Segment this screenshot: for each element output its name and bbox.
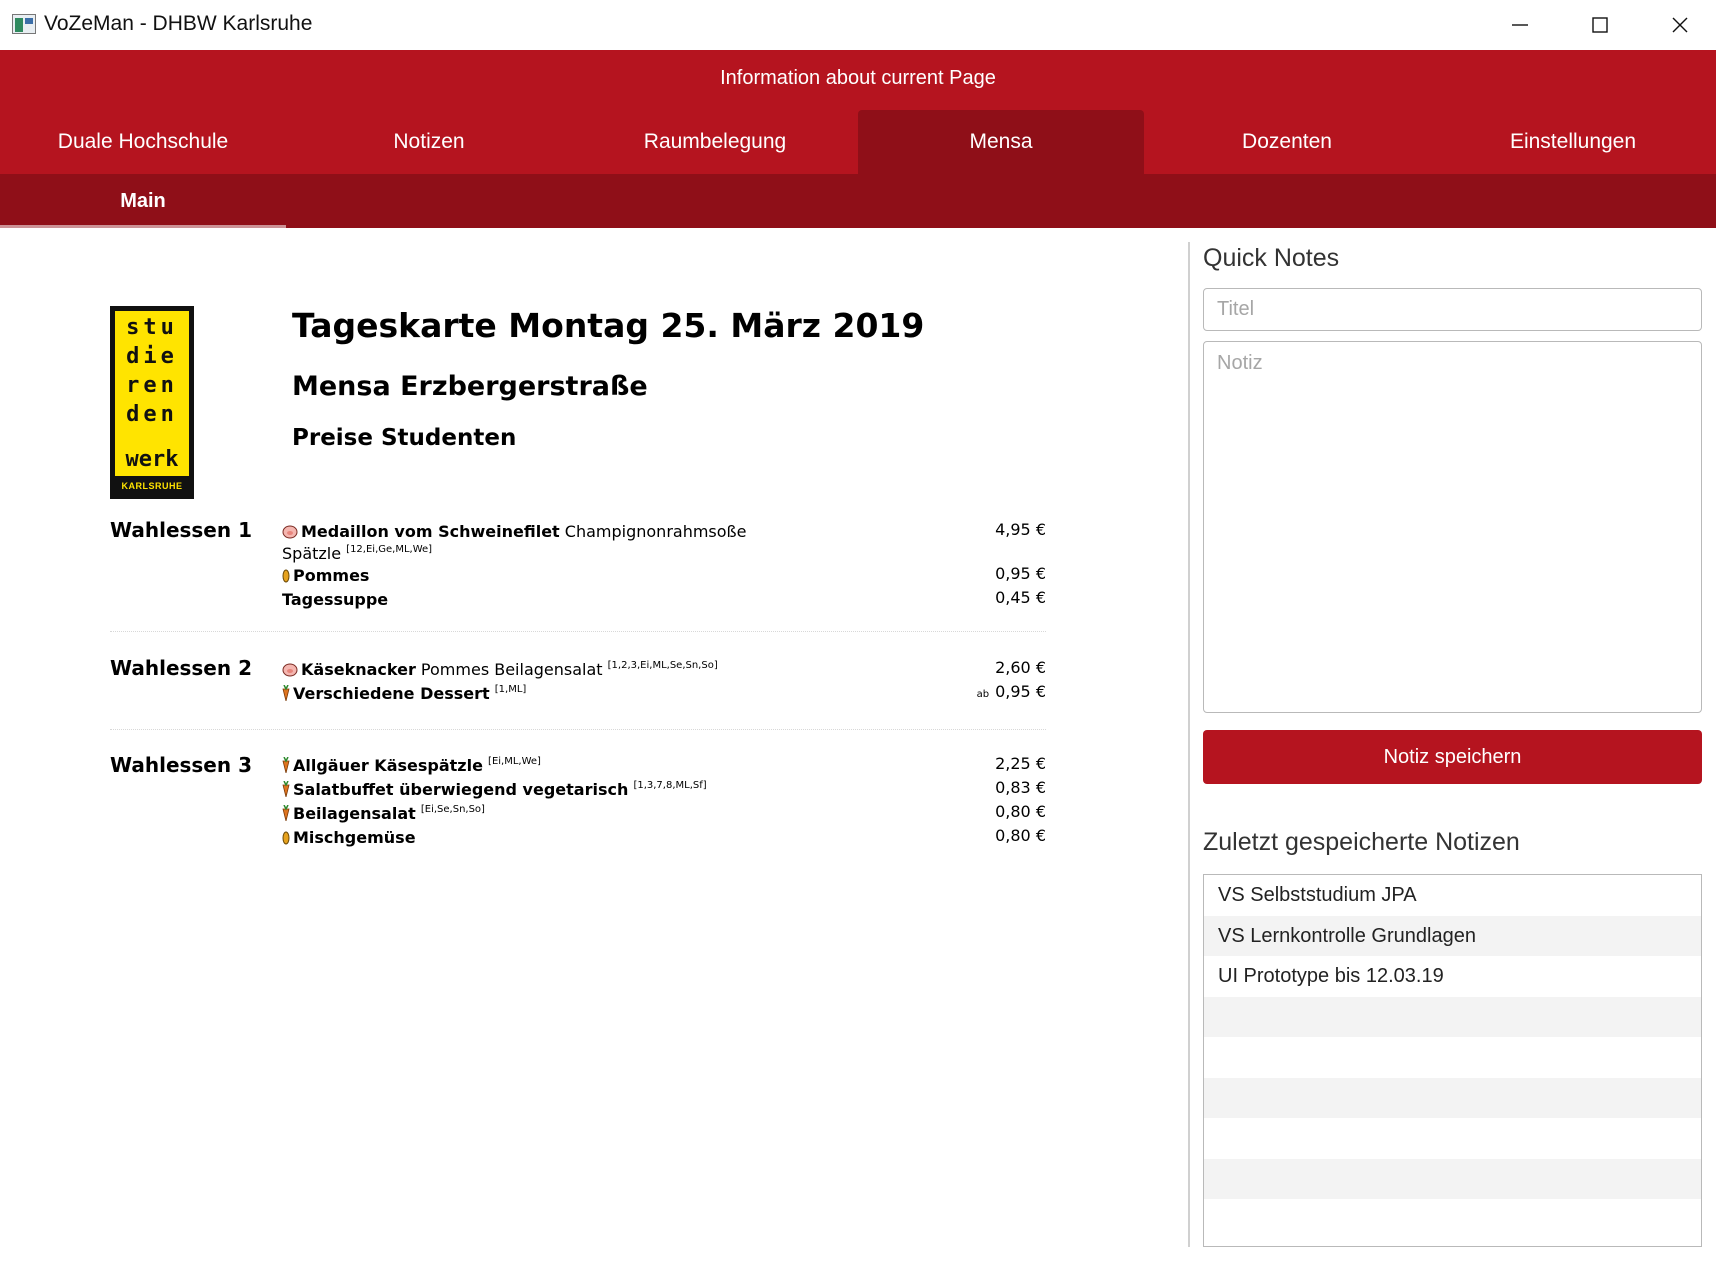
item-allergens: [Ei,ML,We] bbox=[488, 756, 541, 767]
item-allergens: [Ei,Se,Sn,So] bbox=[420, 804, 485, 815]
window-title: VoZeMan - DHBW Karlsruhe bbox=[44, 12, 313, 35]
item-allergens: [1,2,3,Ei,ML,Se,Sn,So] bbox=[607, 660, 718, 671]
tab-duale-hochschule[interactable]: Duale Hochschule bbox=[0, 110, 286, 174]
item-description: Champignonrahmsoße bbox=[559, 522, 747, 541]
carrot-icon bbox=[282, 780, 290, 802]
list-item-empty bbox=[1204, 1118, 1701, 1159]
carrot-icon bbox=[282, 756, 290, 778]
group-divider bbox=[110, 631, 1046, 632]
maximize-icon bbox=[1592, 17, 1608, 33]
leaf-icon bbox=[282, 568, 290, 588]
menu-item: Allgäuer Käsespätzle [Ei,ML,We] 2,25 € bbox=[282, 754, 1046, 778]
app-icon bbox=[12, 14, 36, 34]
menu-item: Salatbuffet überwiegend vegetarisch [1,3… bbox=[282, 778, 1046, 802]
item-name: Salatbuffet überwiegend vegetarisch bbox=[293, 780, 629, 799]
pig-icon bbox=[282, 524, 298, 544]
item-price-group: ab 0,95 € bbox=[977, 682, 1046, 705]
sub-nav-bar: Main bbox=[0, 174, 1716, 228]
note-body-textarea[interactable] bbox=[1203, 341, 1702, 713]
item-name: Mischgemüse bbox=[293, 828, 416, 847]
item-price: 2,25 € bbox=[995, 754, 1046, 773]
item-price: 0,95 € bbox=[995, 564, 1046, 583]
menu-item: Pommes 0,95 € bbox=[282, 564, 1046, 588]
carrot-icon bbox=[282, 804, 290, 826]
list-item[interactable]: UI Prototype bis 12.03.19 bbox=[1204, 956, 1701, 997]
menu-item: Beilagensalat [Ei,Se,Sn,So] 0,80 € bbox=[282, 802, 1046, 826]
menu-item: Verschiedene Dessert [1,ML] ab 0,95 € bbox=[282, 682, 1046, 706]
item-price: 4,95 € bbox=[995, 520, 1046, 539]
note-title-input[interactable] bbox=[1203, 288, 1702, 331]
menu-item: Tagessuppe 0,45 € bbox=[282, 588, 1046, 610]
logo-line: den bbox=[126, 402, 178, 427]
item-description: Spätzle bbox=[282, 544, 342, 563]
item-name: Verschiedene Dessert bbox=[293, 684, 490, 703]
tab-notizen[interactable]: Notizen bbox=[286, 110, 572, 174]
item-name: Käseknacker bbox=[301, 660, 416, 679]
panel-divider bbox=[1188, 242, 1190, 1247]
menu-title: Tageskarte Montag 25. März 2019 bbox=[292, 306, 925, 345]
list-item[interactable]: VS Selbststudium JPA bbox=[1204, 875, 1701, 916]
list-item-empty bbox=[1204, 996, 1701, 1037]
list-item-empty bbox=[1204, 1037, 1701, 1078]
window-titlebar: VoZeMan - DHBW Karlsruhe bbox=[0, 0, 1716, 50]
menu-item: Mischgemüse 0,80 € bbox=[282, 826, 1046, 850]
item-price: 0,80 € bbox=[995, 826, 1046, 845]
item-description: Pommes Beilagensalat bbox=[415, 660, 608, 679]
carrot-icon bbox=[282, 684, 290, 706]
logo-line: stu bbox=[126, 315, 178, 340]
menu-item: Medaillon vom Schweinefilet Champignonra… bbox=[282, 520, 1046, 564]
main-tab-bar: Duale Hochschule Notizen Raumbelegung Me… bbox=[0, 110, 1716, 174]
list-item-empty bbox=[1204, 1199, 1701, 1240]
studierendenwerk-logo: stu die ren den werk KARLSRUHE bbox=[110, 306, 194, 499]
tab-einstellungen[interactable]: Einstellungen bbox=[1430, 110, 1716, 174]
recent-notes-list[interactable]: VS Selbststudium JPA VS Lernkontrolle Gr… bbox=[1203, 874, 1702, 1247]
tab-mensa[interactable]: Mensa bbox=[858, 110, 1144, 174]
item-price: 0,45 € bbox=[995, 588, 1046, 607]
item-name: Medaillon vom Schweinefilet bbox=[301, 522, 560, 541]
maximize-button[interactable] bbox=[1570, 4, 1630, 46]
list-item[interactable]: VS Lernkontrolle Grundlagen bbox=[1204, 915, 1701, 956]
close-button[interactable] bbox=[1650, 4, 1710, 46]
mensa-location: Mensa Erzbergerstraße bbox=[292, 371, 648, 402]
logo-line: die bbox=[126, 344, 178, 369]
list-item-empty bbox=[1204, 1158, 1701, 1199]
item-price: 0,80 € bbox=[995, 802, 1046, 821]
item-price: 0,95 € bbox=[995, 682, 1046, 701]
menu-item: Käseknacker Pommes Beilagensalat [1,2,3,… bbox=[282, 658, 1046, 682]
item-name: Beilagensalat bbox=[293, 804, 416, 823]
save-note-button[interactable]: Notiz speichern bbox=[1203, 730, 1702, 784]
item-name: Allgäuer Käsespätzle bbox=[293, 756, 483, 775]
minimize-icon bbox=[1512, 24, 1528, 26]
item-name: Tagessuppe bbox=[282, 590, 389, 609]
recent-notes-title: Zuletzt gespeicherte Notizen bbox=[1203, 828, 1520, 856]
logo-line: ren bbox=[126, 373, 178, 398]
item-name: Pommes bbox=[293, 566, 370, 585]
subtab-indicator bbox=[0, 225, 286, 228]
logo-city: KARLSRUHE bbox=[121, 481, 183, 491]
group-name: Wahlessen 3 bbox=[110, 753, 252, 777]
subtab-main[interactable]: Main bbox=[0, 174, 286, 228]
group-name: Wahlessen 2 bbox=[110, 656, 252, 680]
pig-icon bbox=[282, 662, 298, 682]
close-icon bbox=[1672, 17, 1688, 33]
app-header: Information about current Page Duale Hoc… bbox=[0, 50, 1716, 174]
group-name: Wahlessen 1 bbox=[110, 518, 252, 542]
tab-raumbelegung[interactable]: Raumbelegung bbox=[572, 110, 858, 174]
price-group: Preise Studenten bbox=[292, 425, 517, 451]
item-allergens: [12,Ei,Ge,ML,We] bbox=[346, 544, 433, 555]
item-allergens: [1,ML] bbox=[494, 684, 527, 695]
minimize-button[interactable] bbox=[1490, 4, 1550, 46]
logo-line: werk bbox=[125, 447, 179, 472]
quick-notes-title: Quick Notes bbox=[1203, 244, 1340, 272]
item-price: 0,83 € bbox=[995, 778, 1046, 797]
item-price: 2,60 € bbox=[995, 658, 1046, 677]
list-item-empty bbox=[1204, 1077, 1701, 1118]
page-info-text[interactable]: Information about current Page bbox=[0, 50, 1716, 106]
leaf-icon bbox=[282, 830, 290, 850]
price-prefix: ab bbox=[976, 689, 990, 700]
tab-dozenten[interactable]: Dozenten bbox=[1144, 110, 1430, 174]
group-divider bbox=[110, 729, 1046, 730]
item-allergens: [1,3,7,8,ML,Sf] bbox=[633, 780, 707, 791]
